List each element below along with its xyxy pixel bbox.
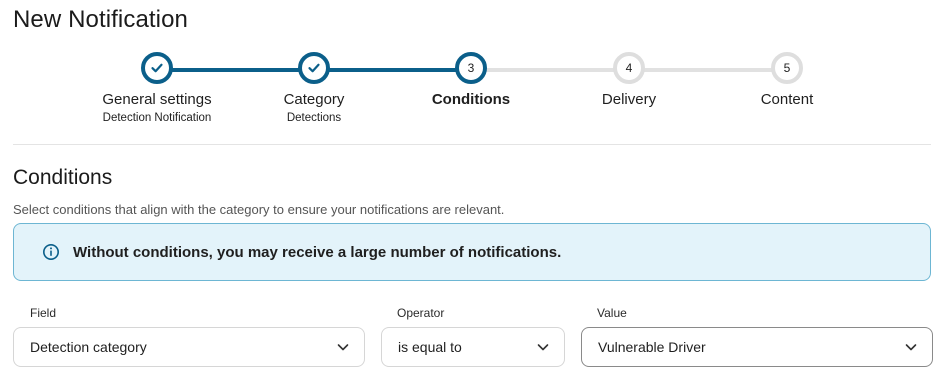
check-icon	[151, 63, 163, 73]
step-complete-indicator	[141, 52, 173, 84]
stepper: General settings Detection Notification …	[0, 52, 942, 134]
step-number-indicator: 5	[771, 52, 803, 84]
info-alert: Without conditions, you may receive a la…	[13, 223, 931, 281]
value-label: Value	[597, 306, 627, 320]
check-icon	[308, 63, 320, 73]
page-title: New Notification	[13, 6, 189, 33]
alert-text: Without conditions, you may receive a la…	[73, 243, 562, 261]
step-label: Content	[760, 91, 814, 108]
operator-select[interactable]: is equal to	[381, 327, 565, 367]
step-number-indicator: 4	[613, 52, 645, 84]
operator-select-value: is equal to	[398, 339, 462, 355]
section-description: Select conditions that align with the ca…	[13, 202, 505, 217]
chevron-down-icon	[336, 340, 350, 354]
chevron-down-icon	[904, 340, 918, 354]
step-content[interactable]: 5 Content	[687, 52, 887, 108]
value-select[interactable]: Vulnerable Driver	[581, 327, 933, 367]
value-select-value: Vulnerable Driver	[598, 339, 706, 355]
info-icon	[42, 243, 60, 261]
step-complete-indicator	[298, 52, 330, 84]
field-select-value: Detection category	[30, 339, 147, 355]
section-title: Conditions	[13, 166, 113, 189]
step-number-indicator: 3	[455, 52, 487, 84]
field-label: Field	[30, 306, 57, 320]
field-select[interactable]: Detection category	[13, 327, 365, 367]
operator-label: Operator	[397, 306, 445, 320]
step-sublabel: Detections	[286, 112, 342, 124]
chevron-down-icon	[536, 340, 550, 354]
divider	[13, 144, 931, 145]
